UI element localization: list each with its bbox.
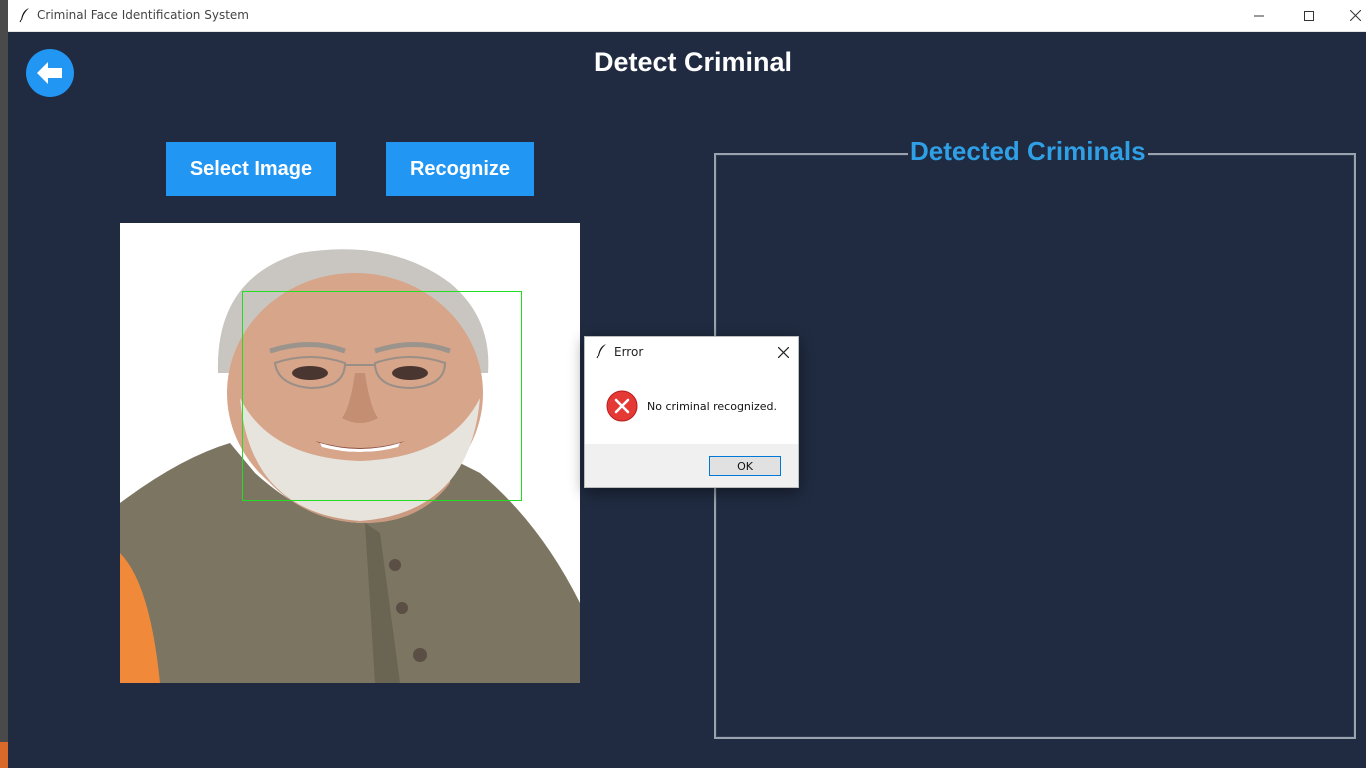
close-button[interactable] — [1332, 0, 1366, 31]
taskbar-fragment — [0, 742, 8, 768]
dialog-message: No criminal recognized. — [647, 400, 777, 413]
title-bar: Criminal Face Identification System — [8, 0, 1366, 32]
close-icon — [1349, 10, 1361, 21]
error-icon — [606, 390, 638, 422]
maximize-button[interactable] — [1286, 0, 1332, 31]
dialog-title: Error — [614, 345, 644, 359]
desktop-edge — [0, 0, 8, 768]
dialog-footer: OK — [585, 444, 798, 487]
minimize-icon — [1254, 15, 1264, 16]
close-icon — [777, 346, 789, 358]
ok-button[interactable]: OK — [709, 456, 781, 476]
window-title: Criminal Face Identification System — [37, 8, 249, 22]
select-image-button[interactable]: Select Image — [166, 142, 336, 196]
maximize-icon — [1304, 10, 1314, 21]
dialog-close-button[interactable] — [773, 342, 793, 362]
face-detection-box — [242, 291, 522, 501]
recognize-button[interactable]: Recognize — [386, 142, 534, 196]
selected-image — [120, 223, 580, 683]
detected-criminals-panel — [714, 153, 1356, 739]
app-window: Criminal Face Identification System Dete… — [8, 0, 1366, 768]
error-dialog: Error No criminal recognized. OK — [584, 336, 799, 488]
detected-criminals-title: Detected Criminals — [908, 136, 1148, 167]
feather-icon — [19, 8, 29, 23]
minimize-button[interactable] — [1236, 0, 1282, 31]
feather-icon — [596, 344, 606, 359]
page-title: Detect Criminal — [593, 47, 793, 77]
